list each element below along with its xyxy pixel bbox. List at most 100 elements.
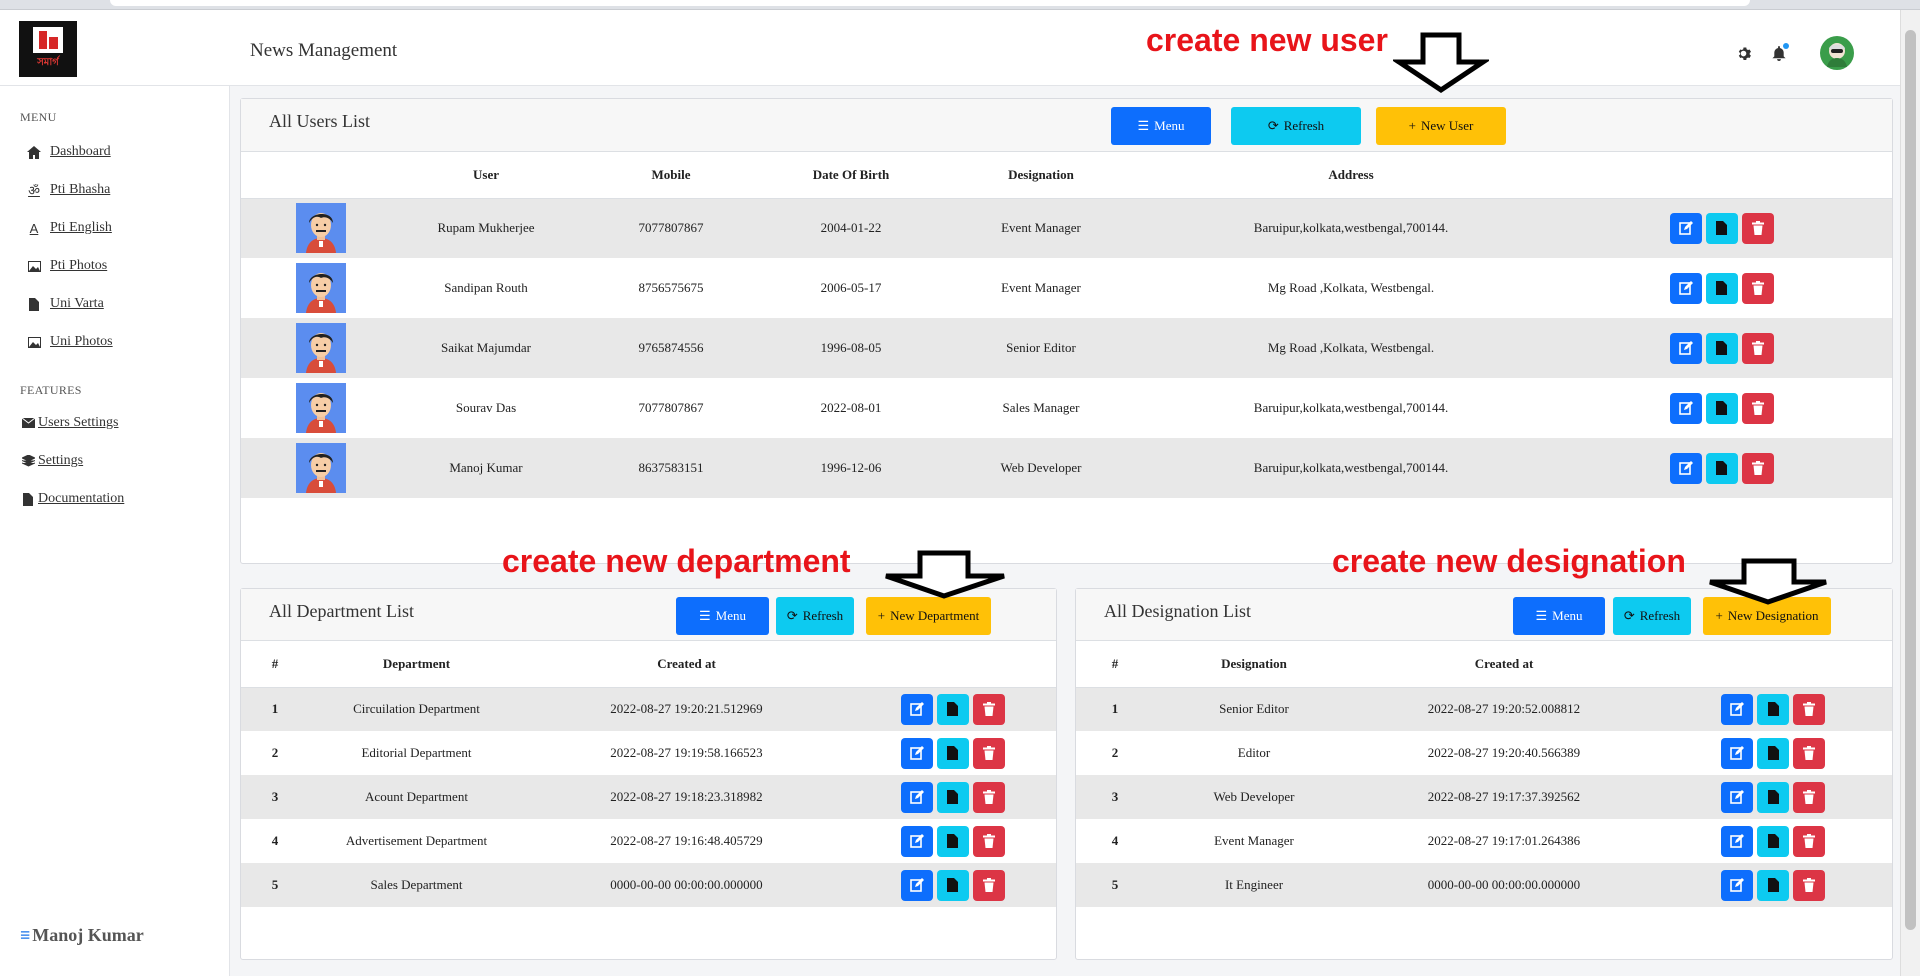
plus-icon: +: [1715, 608, 1723, 623]
edit-button[interactable]: [900, 869, 933, 901]
delete-button[interactable]: [972, 693, 1005, 725]
sidebar-user[interactable]: ≡ Manoj Kumar: [20, 925, 144, 946]
app-logo[interactable]: সমাৰ্গ: [19, 21, 77, 77]
delete-button[interactable]: [972, 781, 1005, 813]
sidebar-item-pti-photos[interactable]: Pti Photos: [26, 247, 229, 285]
users-menu-button[interactable]: ☰ Menu: [1111, 107, 1211, 145]
name-cell: Web Developer: [1154, 775, 1354, 819]
sidebar-item-documentation[interactable]: Documentation: [20, 480, 229, 518]
glyph-icon: [27, 336, 41, 348]
view-button[interactable]: [936, 825, 969, 857]
edit-icon: [909, 878, 924, 892]
row-actions: [1551, 452, 1892, 484]
gear-icon[interactable]: [1734, 44, 1752, 62]
delete-button[interactable]: [1741, 392, 1774, 424]
sidebar-item-label: Users Settings: [38, 415, 119, 430]
sidebar-item-uni-photos[interactable]: Uni Photos: [26, 323, 229, 361]
delete-button[interactable]: [1793, 869, 1825, 901]
designation-refresh-button[interactable]: ⟳ Refresh: [1613, 597, 1691, 635]
col-number: #: [241, 641, 309, 688]
view-button[interactable]: [1705, 452, 1738, 484]
sidebar-item-dashboard[interactable]: Dashboard: [26, 133, 229, 171]
view-button[interactable]: [1757, 781, 1789, 813]
edit-button[interactable]: [1669, 452, 1702, 484]
row-actions: [1551, 392, 1892, 424]
top-icons: [1734, 36, 1854, 70]
delete-button[interactable]: [972, 869, 1005, 901]
sidebar-item-pti-english[interactable]: A Pti English: [26, 209, 229, 247]
sidebar-item-uni-varta[interactable]: Uni Varta: [26, 285, 229, 323]
sidebar-item-settings[interactable]: Settings: [20, 442, 229, 480]
delete-button[interactable]: [972, 825, 1005, 857]
name-cell: Acount Department: [309, 775, 524, 819]
designation-cell: Sales Manager: [931, 378, 1151, 438]
delete-button[interactable]: [1793, 737, 1825, 769]
trash-icon: [982, 790, 995, 804]
edit-button[interactable]: [1669, 212, 1702, 244]
top-navbar: সমাৰ্গ News Management: [0, 10, 1900, 86]
view-button[interactable]: [1705, 332, 1738, 364]
new-user-button[interactable]: + New User: [1376, 107, 1506, 145]
delete-button[interactable]: [1793, 781, 1825, 813]
edit-icon: [1678, 281, 1693, 295]
edit-button[interactable]: [1669, 392, 1702, 424]
col-number: #: [1076, 641, 1154, 688]
row-actions: [1551, 272, 1892, 304]
user-avatar[interactable]: [1820, 36, 1854, 70]
view-button[interactable]: [1757, 869, 1789, 901]
view-button[interactable]: [1705, 272, 1738, 304]
edit-button[interactable]: [900, 825, 933, 857]
view-button[interactable]: [1757, 693, 1789, 725]
edit-button[interactable]: [1721, 781, 1753, 813]
scrollbar-thumb[interactable]: [1905, 30, 1916, 930]
view-button[interactable]: [1705, 212, 1738, 244]
delete-button[interactable]: [972, 737, 1005, 769]
sidebar-item-pti-bhasha[interactable]: ॐ Pti Bhasha: [26, 171, 229, 209]
view-button[interactable]: [1757, 825, 1789, 857]
view-button[interactable]: [936, 737, 969, 769]
edit-button[interactable]: [1721, 693, 1753, 725]
users-card-header: All Users List ☰ Menu ⟳ Refresh + New User: [241, 99, 1892, 152]
edit-button[interactable]: [1721, 737, 1753, 769]
edit-icon: [1678, 341, 1693, 355]
view-button[interactable]: [1705, 392, 1738, 424]
view-button[interactable]: [936, 869, 969, 901]
edit-button[interactable]: [1669, 272, 1702, 304]
glyph-icon: [306, 393, 336, 433]
department-refresh-button[interactable]: ⟳ Refresh: [776, 597, 854, 635]
sidebar-item-label: Uni Photos: [50, 334, 113, 349]
users-refresh-button[interactable]: ⟳ Refresh: [1231, 107, 1361, 145]
annotation-create-new-designation: create new designation: [1332, 543, 1686, 579]
document-icon: [947, 790, 958, 804]
number-cell: 1: [1076, 687, 1154, 731]
page-scrollbar[interactable]: [1900, 10, 1920, 976]
address-cell: Mg Road ,Kolkata, Westbengal.: [1151, 258, 1551, 318]
row-actions: [1654, 737, 1892, 769]
delete-button[interactable]: [1793, 693, 1825, 725]
edit-button[interactable]: [1721, 869, 1753, 901]
button-label: New User: [1421, 118, 1474, 133]
department-menu-button[interactable]: ☰ Menu: [676, 597, 769, 635]
view-button[interactable]: [936, 781, 969, 813]
delete-button[interactable]: [1741, 332, 1774, 364]
edit-button[interactable]: [900, 781, 933, 813]
document-icon: [947, 834, 958, 848]
number-cell: 2: [241, 731, 309, 775]
delete-button[interactable]: [1741, 212, 1774, 244]
dob-cell: 2006-05-17: [771, 258, 931, 318]
designation-menu-button[interactable]: ☰ Menu: [1513, 597, 1605, 635]
delete-button[interactable]: [1793, 825, 1825, 857]
view-button[interactable]: [936, 693, 969, 725]
delete-button[interactable]: [1741, 272, 1774, 304]
edit-button[interactable]: [900, 737, 933, 769]
edit-button[interactable]: [1669, 332, 1702, 364]
sidebar-item-users-settings[interactable]: Users Settings: [20, 404, 229, 442]
new-department-button[interactable]: + New Department: [866, 597, 991, 635]
delete-button[interactable]: [1741, 452, 1774, 484]
trash-icon: [982, 878, 995, 892]
edit-button[interactable]: [900, 693, 933, 725]
edit-button[interactable]: [1721, 825, 1753, 857]
view-button[interactable]: [1757, 737, 1789, 769]
address-bar[interactable]: [110, 0, 1750, 6]
bell-icon[interactable]: [1770, 43, 1789, 62]
